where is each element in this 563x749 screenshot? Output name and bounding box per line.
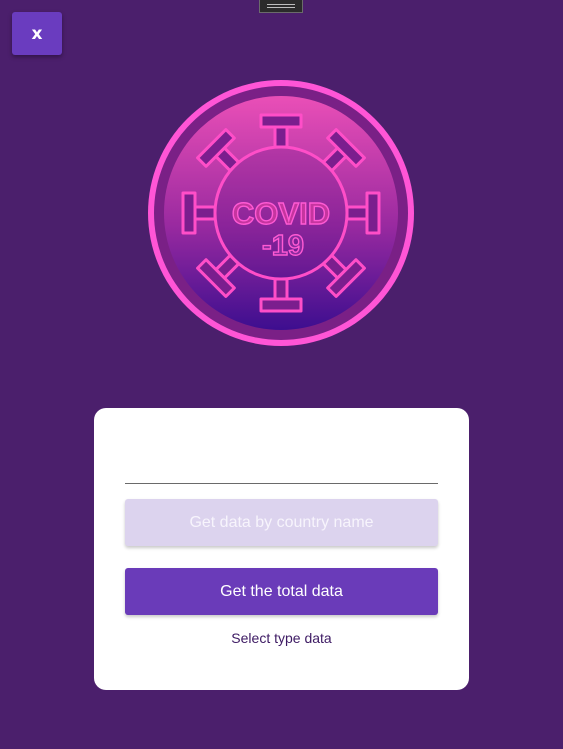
- close-label: x: [31, 23, 43, 44]
- logo-text-line1: COVID: [232, 196, 330, 231]
- window-drag-handle[interactable]: [259, 0, 303, 13]
- get-country-data-label: Get data by country name: [189, 513, 374, 531]
- get-total-data-label: Get the total data: [220, 582, 343, 600]
- close-button[interactable]: x: [12, 12, 62, 55]
- select-type-label: Select type data: [231, 630, 332, 646]
- get-total-data-button[interactable]: Get the total data: [125, 568, 438, 615]
- country-name-input[interactable]: [125, 448, 438, 484]
- data-type-card: Get data by country name Get the total d…: [94, 408, 469, 690]
- covid-19-logo: COVID -19: [148, 80, 414, 346]
- logo-text-line2: -19: [262, 230, 304, 262]
- get-country-data-button[interactable]: Get data by country name: [125, 499, 438, 546]
